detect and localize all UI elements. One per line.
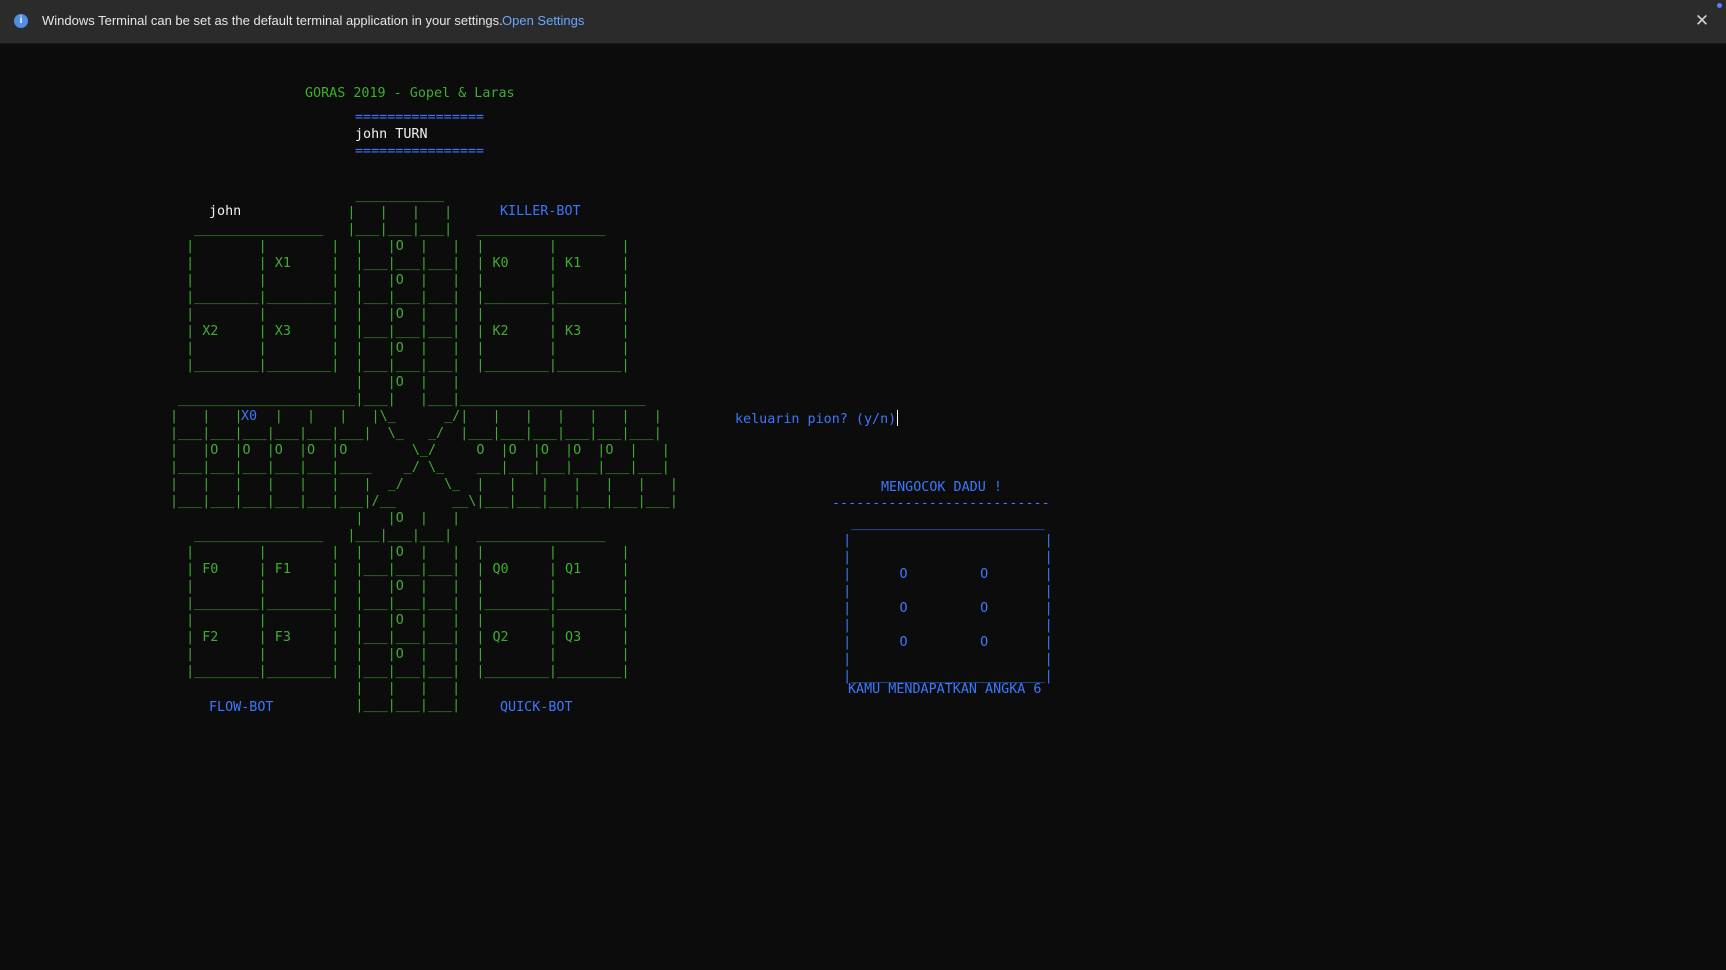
dice-header: MENGOCOK DADU ! — [881, 480, 1002, 495]
player-john-label: john — [209, 204, 242, 219]
board-line: | | | | | | | _/ \_ | | | | | | | — [170, 477, 678, 492]
dice-rule: --------------------------- — [832, 496, 1050, 511]
terminal-output[interactable]: GORAS 2019 - Gopel & Laras =============… — [0, 44, 1726, 970]
notification-banner: i Windows Terminal can be set as the def… — [0, 0, 1726, 44]
dice-line: | | — [827, 584, 1053, 599]
board-line: | F0 | F1 | |___|___|___| | Q0 | Q1 | — [170, 562, 630, 577]
board-line: ___________ — [170, 188, 445, 203]
board-line: | | | | |O | | | | | — [170, 545, 630, 560]
dice-line: | | — [827, 652, 1053, 667]
piece-x0: X0 — [241, 408, 258, 425]
command-prompt[interactable]: keluarin pion? (y/n) — [735, 410, 899, 428]
board-line: |________|________| |___|___|___| |_____… — [170, 290, 630, 305]
dice-line: ________________________ — [827, 516, 1045, 531]
board-line: ________________ |___|___|___| _________… — [170, 528, 606, 543]
board-line: | |O |O |O |O |O \_/ O |O |O |O |O | | — [170, 443, 670, 458]
board-line: ______________________|___| |___|_______… — [170, 392, 646, 407]
dice-line: | O O | — [827, 567, 1053, 582]
dice-result: KAMU MENDAPATKAN ANGKA 6 — [848, 682, 1042, 697]
board-line: | | | | — [170, 681, 461, 696]
board-line: |___|___|___|___|___|___|/__ __\|___|___… — [170, 494, 678, 509]
board-line: | | X1 | |___|___|___| | K0 | K1 | — [170, 256, 630, 271]
board-line: | | | | |O | | | | | — [170, 613, 630, 628]
turn-indicator: john TURN — [355, 127, 428, 142]
board-line: | | | | |O | | | | | — [170, 307, 630, 322]
board-line: | | | | |O | | | | | — [170, 579, 630, 594]
player-flow-bot-label: FLOW-BOT — [209, 700, 274, 715]
notification-dot — [1717, 3, 1722, 8]
board-line: ________________ |___|___|___| _________… — [170, 222, 606, 237]
board-line: | |O | | — [170, 375, 461, 390]
game-title: GORAS 2019 - Gopel & Laras — [305, 86, 515, 101]
board-line: | | | | |O | | | | | — [170, 647, 630, 662]
turn-rule-bottom: ================ — [355, 144, 484, 159]
board-line: | X2 | X3 | |___|___|___| | K2 | K3 | — [170, 324, 630, 339]
dice-line: | | — [827, 550, 1053, 565]
dice-line: | O O | — [827, 635, 1053, 650]
board-line: | |O | | — [170, 511, 461, 526]
board-line: | | | | |O | | | | | — [170, 341, 630, 356]
text-cursor — [897, 410, 899, 426]
turn-rule-top: ================ — [355, 110, 484, 125]
board-line: |___|___|___|___|___|____ _/ \_ ___|___|… — [170, 460, 670, 475]
board-line: |___|___|___|___|___|___| \_ _/ |___|___… — [170, 426, 662, 441]
board-line: |________|________| |___|___|___| |_____… — [170, 664, 630, 679]
banner-message: Windows Terminal can be set as the defau… — [42, 13, 503, 28]
board-line: |________|________| |___|___|___| |_____… — [170, 596, 630, 611]
dice-line: | | — [827, 618, 1053, 633]
board-line: | F2 | F3 | |___|___|___| | Q2 | Q3 | — [170, 630, 630, 645]
dice-line: | | — [827, 533, 1053, 548]
dice-line: | O O | — [827, 601, 1053, 616]
player-killer-bot-label: KILLER-BOT — [500, 204, 581, 219]
info-icon: i — [14, 14, 28, 28]
board-line: |________|________| |___|___|___| |_____… — [170, 358, 630, 373]
board-line: | | | | |O | | | | | — [170, 273, 630, 288]
board-line: | | | | |O | | | | | — [170, 239, 630, 254]
open-settings-link[interactable]: Open Settings — [502, 12, 584, 30]
close-icon[interactable]: ✕ — [1692, 10, 1712, 32]
prompt-text: keluarin pion? (y/n) — [735, 412, 897, 427]
player-quick-bot-label: QUICK-BOT — [500, 700, 573, 715]
